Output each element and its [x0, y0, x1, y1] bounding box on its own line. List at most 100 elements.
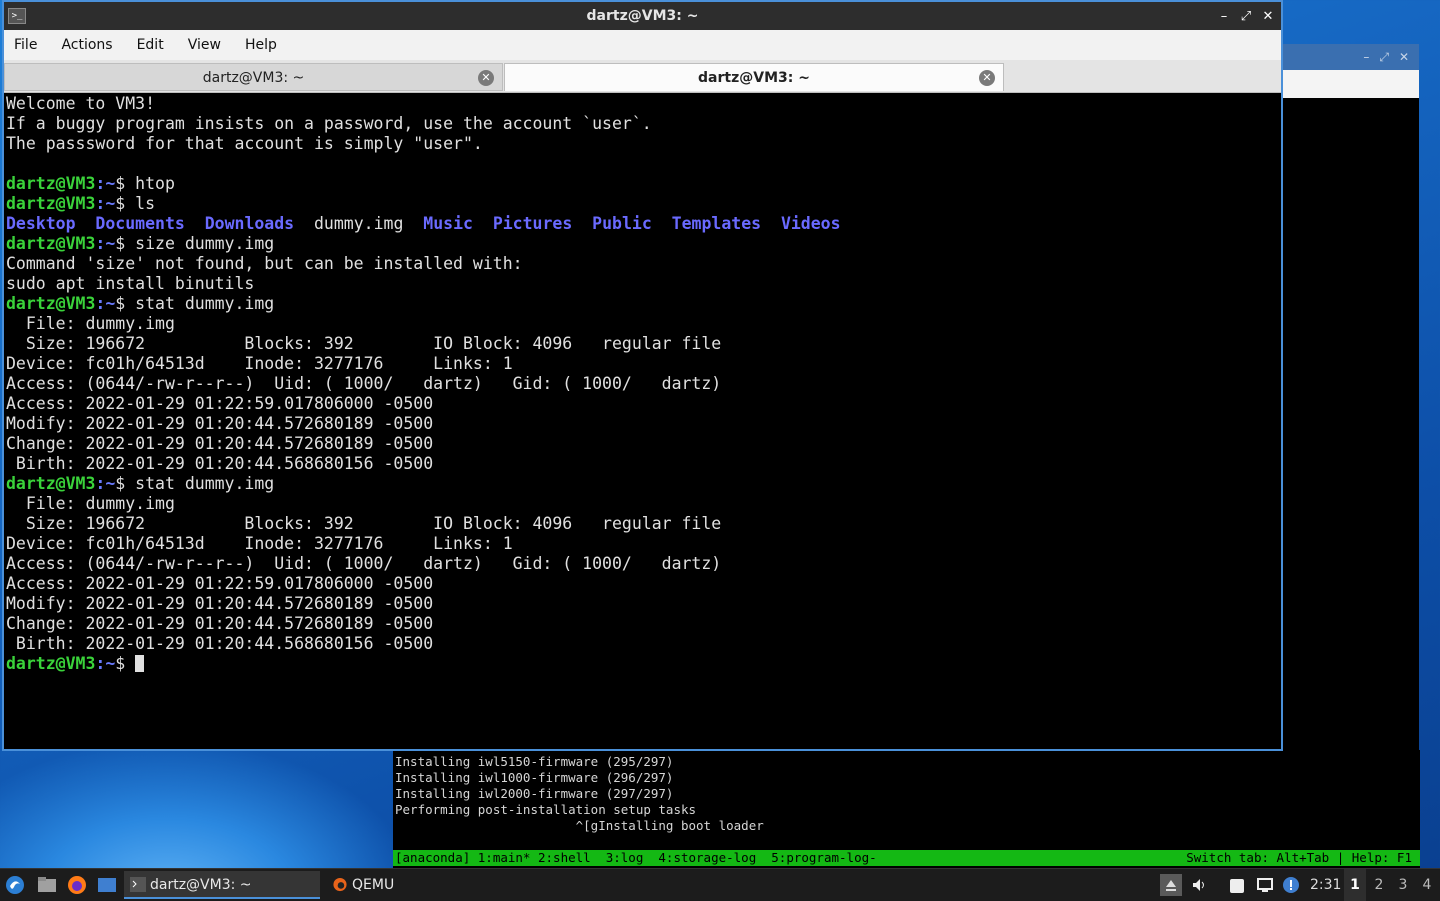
app-menu-icon[interactable]	[5, 875, 25, 895]
window-title: dartz@VM3: ~	[586, 8, 699, 24]
menu-edit[interactable]: Edit	[127, 37, 174, 53]
file-manager-icon[interactable]	[37, 875, 57, 895]
tmux-status-bar: [anaconda] 1:main* 2:shell 3:log 4:stora…	[393, 850, 1420, 866]
tmux-help: Switch tab: Alt+Tab | Help: F1	[1186, 850, 1412, 865]
output-text: Command 'size' not found, but can be ins…	[6, 254, 523, 273]
cursor	[135, 655, 145, 672]
directory-entry: Desktop	[6, 214, 76, 233]
firefox-icon[interactable]	[67, 875, 87, 895]
clipboard-icon[interactable]	[1228, 876, 1246, 894]
qemu-titlebar[interactable]: – ⤢ ✕	[1283, 44, 1419, 70]
prompt-path: :~	[95, 174, 116, 193]
menubar: File Actions Edit View Help	[4, 30, 1281, 60]
clock[interactable]: 2:31	[1310, 869, 1341, 901]
prompt-path: :~	[95, 234, 116, 253]
stat-device: Device: fc01h/64513d Inode: 3277176 Link…	[6, 354, 513, 373]
directory-entry: Music	[423, 214, 473, 233]
task-terminal[interactable]: dartz@VM3: ~	[124, 871, 320, 899]
close-icon[interactable]: ✕	[1399, 50, 1409, 64]
menu-view[interactable]: View	[178, 37, 231, 53]
directory-entry: Documents	[95, 214, 185, 233]
stat-line: File: dummy.img	[6, 314, 841, 334]
stat-access-perm: Access: (0644/-rw-r--r--) Uid: ( 1000/ d…	[6, 374, 722, 393]
prompt-path: :~	[95, 654, 116, 673]
prompt-symbol: $	[115, 474, 136, 493]
network-icon[interactable]	[1256, 876, 1274, 894]
stat-line: Modify: 2022-01-29 01:20:44.572680189 -0…	[6, 414, 841, 434]
stat-change: Change: 2022-01-29 01:20:44.572680189 -0…	[6, 614, 434, 633]
window-titlebar[interactable]: >_ dartz@VM3: ~ – ⤢ ✕	[4, 2, 1281, 30]
stat-file: File: dummy.img	[6, 494, 175, 513]
stat-line: Access: (0644/-rw-r--r--) Uid: ( 1000/ d…	[6, 554, 841, 574]
task-qemu[interactable]: QEMU	[326, 871, 572, 899]
stat-line: Modify: 2022-01-29 01:20:44.572680189 -0…	[6, 594, 841, 614]
stat-line: Birth: 2022-01-29 01:20:44.568680156 -05…	[6, 454, 841, 474]
eject-icon[interactable]	[1160, 874, 1182, 896]
stat-birth: Birth: 2022-01-29 01:20:44.568680156 -05…	[6, 454, 434, 473]
workspace-4[interactable]: 4	[1416, 869, 1438, 901]
stat-line: Access: 2022-01-29 01:22:59.017806000 -0…	[6, 574, 841, 594]
stat-size: Size: 196672 Blocks: 392 IO Block: 4096 …	[6, 334, 722, 353]
show-desktop-icon[interactable]	[97, 875, 117, 895]
prompt-symbol: $	[115, 654, 136, 673]
stat-line: Birth: 2022-01-29 01:20:44.568680156 -05…	[6, 634, 841, 654]
directory-entry: Downloads	[204, 214, 295, 233]
system-tray: 2:31 1 2 3 4	[1140, 869, 1440, 901]
workspace-2[interactable]: 2	[1368, 869, 1390, 901]
minimize-icon[interactable]: –	[1217, 9, 1231, 24]
stat-change: Change: 2022-01-29 01:20:44.572680189 -0…	[6, 434, 434, 453]
task-label: dartz@VM3: ~	[150, 877, 252, 893]
prompt-symbol: $	[115, 294, 136, 313]
stat-access-perm: Access: (0644/-rw-r--r--) Uid: ( 1000/ d…	[6, 554, 722, 573]
maximize-icon[interactable]: ⤢	[1239, 9, 1253, 24]
command-text: stat dummy.img	[135, 294, 275, 313]
terminal-output[interactable]: Welcome to VM3! If a buggy program insist…	[4, 93, 1281, 749]
menu-file[interactable]: File	[4, 37, 47, 53]
qemu-window[interactable]: – ⤢ ✕	[1283, 44, 1419, 750]
stat-access: Access: 2022-01-29 01:22:59.017806000 -0…	[6, 394, 434, 413]
output-text: sudo apt install binutils	[6, 274, 255, 293]
minimize-icon[interactable]: –	[1363, 50, 1369, 64]
close-tab-icon[interactable]: ✕	[478, 70, 494, 86]
tab-2[interactable]: dartz@VM3: ~ ✕	[504, 63, 1004, 91]
stat-line: File: dummy.img	[6, 494, 841, 514]
wallpaper	[0, 740, 420, 870]
close-tab-icon[interactable]: ✕	[979, 70, 995, 86]
maximize-icon[interactable]: ⤢	[1379, 50, 1389, 65]
update-notification-icon[interactable]	[1282, 876, 1300, 894]
stat-line: Size: 196672 Blocks: 392 IO Block: 4096 …	[6, 334, 841, 354]
command-text: stat dummy.img	[135, 474, 275, 493]
directory-entry: Public	[592, 214, 652, 233]
prompt-symbol: $	[115, 194, 136, 213]
prompt-line: dartz@VM3:~$ size dummy.img	[6, 234, 841, 254]
prompt-path: :~	[95, 474, 116, 493]
menu-help[interactable]: Help	[235, 37, 287, 53]
output-line: The passsword for that account is simply…	[6, 134, 841, 154]
tab-1[interactable]: dartz@VM3: ~ ✕	[4, 63, 503, 91]
tab-label: dartz@VM3: ~	[202, 70, 305, 86]
ls-output: Desktop Documents Downloads dummy.img Mu…	[6, 214, 841, 234]
workspace-1[interactable]: 1	[1344, 869, 1366, 901]
qemu-icon	[333, 877, 347, 892]
workspace-3[interactable]: 3	[1392, 869, 1414, 901]
log-line: ^[gInstalling boot loader	[395, 818, 764, 833]
prompt-line: dartz@VM3:~$ htop	[6, 174, 841, 194]
stat-line: Device: fc01h/64513d Inode: 3277176 Link…	[6, 534, 841, 554]
tmux-tabs: [anaconda] 1:main* 2:shell 3:log 4:stora…	[395, 850, 877, 865]
prompt-user: dartz@VM3	[6, 174, 96, 193]
terminal-icon	[130, 877, 146, 892]
prompt-user: dartz@VM3	[6, 234, 96, 253]
close-icon[interactable]: ✕	[1261, 9, 1275, 24]
prompt-line: dartz@VM3:~$ stat dummy.img	[6, 474, 841, 494]
terminal-window[interactable]: >_ dartz@VM3: ~ – ⤢ ✕ File Actions Edit …	[2, 0, 1283, 751]
qemu-console[interactable]: Installing iwl5150-firmware (295/297) Ins…	[393, 750, 1420, 868]
output-line: Command 'size' not found, but can be ins…	[6, 254, 841, 274]
prompt-user: dartz@VM3	[6, 474, 96, 493]
directory-entry: Templates	[671, 214, 762, 233]
stat-access: Access: 2022-01-29 01:22:59.017806000 -0…	[6, 574, 434, 593]
stat-line: Change: 2022-01-29 01:20:44.572680189 -0…	[6, 614, 841, 634]
volume-icon[interactable]	[1191, 876, 1209, 894]
prompt-path: :~	[95, 294, 116, 313]
menu-actions[interactable]: Actions	[51, 37, 122, 53]
log-line: Performing post-installation setup tasks	[395, 802, 697, 817]
